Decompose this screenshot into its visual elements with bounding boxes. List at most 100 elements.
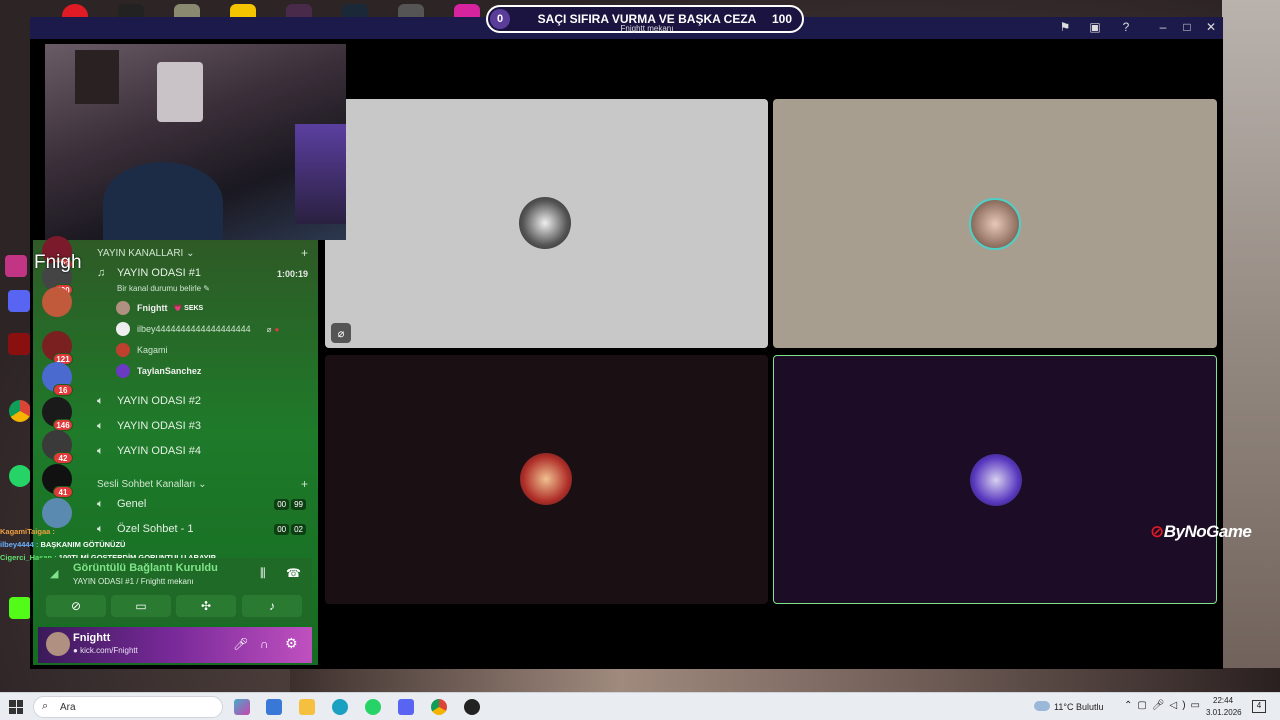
weather-text[interactable]: 11°C Bulutlu	[1054, 702, 1103, 712]
muted-icon: ⌀	[331, 323, 351, 343]
desktop-icon-game[interactable]	[8, 333, 30, 355]
desktop-wallpaper-bottom	[290, 668, 1280, 692]
chrome-icon[interactable]	[431, 699, 447, 715]
chat-user: ilbey4444 :	[0, 540, 39, 549]
chat-line: ilbey4444 : BAŞKANIM GÖTÜNÜZÜ	[0, 540, 125, 549]
voice-user[interactable]: TaylanSanchez	[116, 362, 201, 380]
speaker-icon: 🔈︎	[97, 394, 104, 407]
desktop-icon-kick[interactable]	[9, 597, 31, 619]
server-icon[interactable]	[42, 498, 72, 528]
server-name-label: Fnightt mekanı	[620, 24, 674, 33]
voice-status[interactable]: Görüntülü Bağlantı Kuruldu	[73, 562, 218, 574]
voice-user[interactable]: ilbey4444444444444444444 ⌀ ●	[116, 320, 279, 338]
stream-penalty-overlay: 0 SAÇI SIFIRA VURMA VE BAŞKA CEZA 100 Fn…	[486, 5, 804, 33]
user-name: Fnightt	[137, 303, 168, 313]
channel-label: YAYIN ODASI #1	[117, 267, 201, 279]
start-button[interactable]	[9, 700, 23, 714]
obs-icon[interactable]	[464, 699, 480, 715]
desktop-icon-chrome[interactable]	[9, 400, 31, 422]
chat-message: BAŞKANIM GÖTÜNÜZÜ	[40, 540, 126, 549]
activities-button[interactable]: ✣	[176, 595, 236, 617]
voice-active-icon: ♫	[97, 267, 106, 279]
channel-user-count: 00 99	[272, 499, 306, 510]
webcam-light	[295, 124, 346, 224]
user-panel: Fnightt ● kick.com/Fnightt 🎤︎ ∩ ⚙	[38, 627, 312, 663]
copilot-icon[interactable]	[234, 699, 250, 715]
voice-user[interactable]: Fnightt 💗 SEKS	[116, 299, 203, 317]
channel-genel[interactable]: 🔈︎ Genel	[97, 494, 146, 514]
channel-timer: 1:00:19	[276, 269, 308, 279]
whatsapp-icon[interactable]	[365, 699, 381, 715]
user-panel-status: ● kick.com/Fnightt	[73, 646, 138, 655]
edge-icon[interactable]	[332, 699, 348, 715]
desktop-wallpaper-right	[1222, 0, 1280, 692]
category-yayin-kanallari[interactable]: YAYIN KANALLARI ⌄	[97, 248, 195, 259]
soundboard-button[interactable]: ♪	[242, 595, 302, 617]
tray-icons[interactable]: ⌃▢🎤︎◁)▭	[1124, 700, 1205, 711]
channel-yayin-odasi-3[interactable]: 🔈︎ YAYIN ODASI #3	[97, 416, 201, 436]
add-channel-icon[interactable]: +	[301, 477, 308, 491]
taskbar-search-input[interactable]: ⌕ Ara	[33, 696, 223, 718]
file-explorer-icon[interactable]	[299, 699, 315, 715]
participant-avatar	[970, 454, 1022, 506]
user-avatar	[116, 364, 130, 378]
channel-yayin-odasi-1[interactable]: ♫ YAYIN ODASI #1	[97, 263, 201, 283]
webcam-poster	[75, 50, 119, 104]
channel-label: YAYIN ODASI #2	[117, 395, 201, 407]
user-avatar	[116, 322, 130, 336]
speaker-icon: 🔈︎	[97, 497, 104, 510]
noise-suppression-icon[interactable]: ⫼	[260, 566, 266, 581]
desktop-icon-instagram[interactable]	[5, 255, 27, 277]
server-icon[interactable]	[42, 287, 72, 317]
maximize-icon[interactable]: □	[1178, 20, 1196, 34]
user-name: Kagami	[137, 345, 168, 355]
share-screen-button[interactable]: ▭	[111, 595, 171, 617]
minimize-icon[interactable]: –	[1154, 20, 1172, 34]
channel-label: YAYIN ODASI #3	[117, 420, 201, 432]
settings-gear-icon[interactable]: ⚙	[285, 635, 298, 652]
channel-yayin-odasi-2[interactable]: 🔈︎ YAYIN ODASI #2	[97, 391, 201, 411]
headphones-icon[interactable]: ∩	[260, 637, 269, 651]
category-sesli-sohbet[interactable]: Sesli Sohbet Kanalları ⌄	[97, 479, 207, 490]
streamer-name-overlay: Fnigh	[34, 252, 82, 273]
channel-label: YAYIN ODASI #4	[117, 445, 201, 457]
microphone-icon[interactable]: 🎤︎	[233, 637, 248, 651]
clock-date[interactable]: 3.01.2026	[1206, 708, 1242, 717]
desktop-icon-discord[interactable]	[8, 290, 30, 312]
signal-icon: ◢	[50, 568, 59, 580]
windows-taskbar: ⌕ Ara 11°C Bulutlu ⌃▢🎤︎◁)▭ 22:44 3.01.20…	[0, 692, 1280, 720]
speaker-icon: 🔈︎	[97, 419, 104, 432]
clock-time[interactable]: 22:44	[1213, 696, 1233, 705]
channel-ozel-sohbet-1[interactable]: 🔈︎ Özel Sohbet - 1	[97, 519, 193, 539]
desktop-icon-whatsapp[interactable]	[9, 465, 31, 487]
close-icon[interactable]: ✕	[1202, 20, 1220, 34]
channel-user-count: 00 02	[272, 524, 306, 535]
video-tile-1[interactable]: ⌀	[325, 99, 768, 348]
speaker-icon: 🔈︎	[97, 522, 104, 535]
search-icon: ⌕	[42, 700, 49, 712]
chat-user: KagamiTaigaa :	[0, 527, 55, 536]
inbox-flag-icon[interactable]: ⚑	[1056, 20, 1074, 34]
participant-avatar	[519, 197, 571, 249]
help-icon[interactable]: ?	[1117, 20, 1135, 34]
screen-share-icon[interactable]: ▣	[1086, 20, 1104, 34]
server-mention-badge: 41	[53, 486, 73, 498]
notification-icon[interactable]: 4	[1252, 700, 1266, 713]
store-icon[interactable]	[266, 699, 282, 715]
brand-text: ByNoGame	[1163, 522, 1252, 541]
user-avatar	[116, 343, 130, 357]
channel-status[interactable]: Bir kanal durumu belirle ✎	[117, 284, 210, 293]
discord-icon[interactable]	[398, 699, 414, 715]
video-tile-2[interactable]	[773, 99, 1217, 348]
camera-off-button[interactable]: ⊘	[46, 595, 106, 617]
channel-yayin-odasi-4[interactable]: 🔈︎ YAYIN ODASI #4	[97, 441, 201, 461]
disconnect-icon[interactable]: ☎	[286, 566, 301, 580]
participant-avatar	[969, 198, 1021, 250]
add-channel-icon[interactable]: +	[301, 246, 308, 260]
server-mention-badge: 42	[53, 452, 73, 464]
user-avatar[interactable]	[46, 632, 70, 656]
video-tile-3[interactable]	[325, 355, 768, 604]
video-tile-4-speaking[interactable]	[773, 355, 1217, 604]
voice-location: YAYIN ODASI #1 / Fnightt mekanı	[73, 577, 194, 586]
voice-user[interactable]: Kagami	[116, 341, 168, 359]
